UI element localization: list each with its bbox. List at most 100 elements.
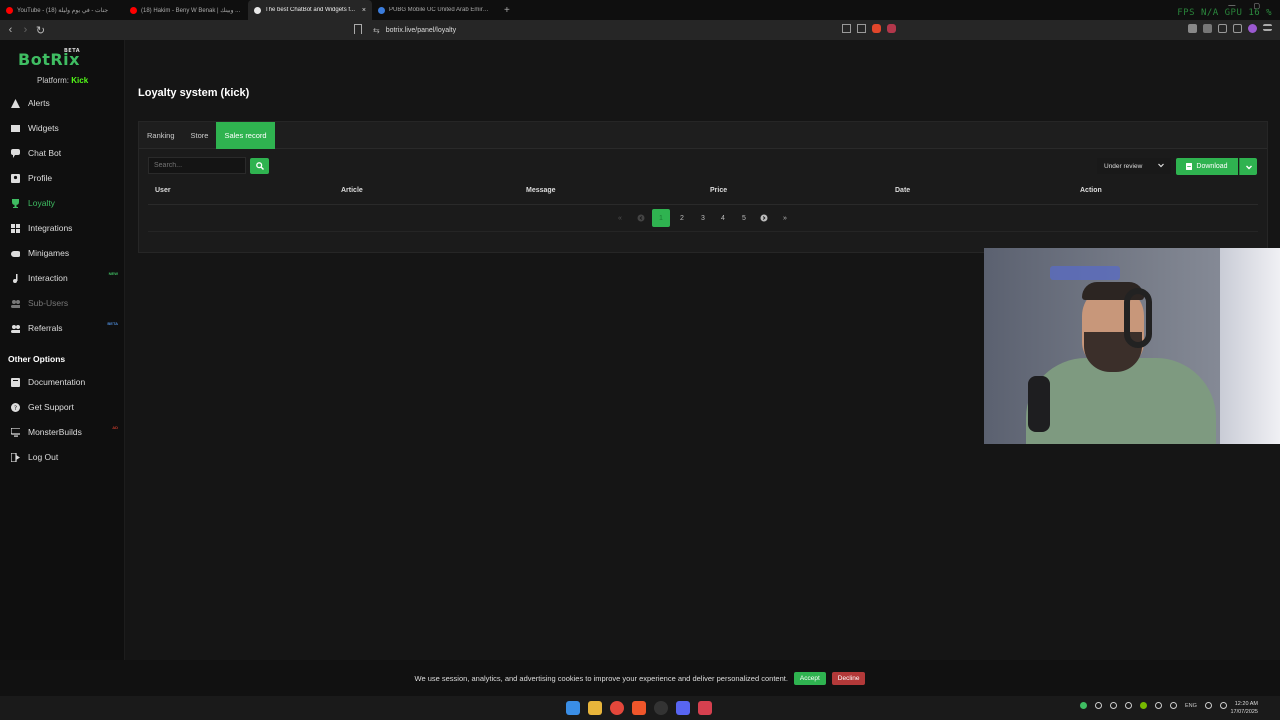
reload-icon[interactable]: ↻ [33,24,48,37]
sidebar-item-minigames[interactable]: Minigames [0,244,125,262]
status-filter-select[interactable]: Under review [1097,158,1171,174]
sidebar-item-chat-bot[interactable]: Chat Bot [0,144,125,162]
tray-app-icon[interactable] [1095,702,1102,709]
url-field[interactable]: ⇆ botrix.live/panel/loyalty [373,23,456,37]
sidebar-item-widgets[interactable]: Widgets [0,119,125,137]
wallet-icon[interactable] [1233,24,1242,33]
column-header-user[interactable]: User [155,187,171,194]
site-info-icon[interactable]: ⇆ [373,26,380,35]
file-explorer-icon[interactable] [588,701,602,715]
network-icon[interactable] [1204,702,1212,709]
browser-tab[interactable]: PUBG Mobile UC United Arab Emirat... [372,0,496,20]
cookie-banner: We use session, analytics, and advertisi… [0,660,1280,696]
search-input[interactable] [148,157,246,174]
pagination-prev[interactable] [632,209,650,227]
column-header-date[interactable]: Date [895,187,910,194]
tray-app-icon[interactable] [1125,702,1132,709]
sidebar-item-alerts[interactable]: Alerts [0,94,125,112]
download-button[interactable]: Download [1176,158,1238,175]
pagination-page-5[interactable]: 5 [735,209,753,227]
sidebar-item-interaction[interactable]: Interaction NEW [0,269,125,287]
sidebar-item-log-out[interactable]: Log Out [0,448,125,466]
browser-tab[interactable]: (18) Hakim - Beny W Benak | وبينك ... [124,0,248,20]
browser-tab[interactable]: YouTube - جنات - في يوم وليلة (18) [0,0,124,20]
leo-icon[interactable] [1248,24,1257,33]
extension-icon[interactable] [1188,24,1197,33]
column-header-article[interactable]: Article [341,187,363,194]
arrow-app-icon[interactable] [654,701,668,715]
botrix-logo[interactable]: BotRix BETA [18,48,80,69]
clock-time: 12:20 AM [1234,701,1258,707]
extension-icons [1188,24,1272,33]
sidebar-item-label: Log Out [28,452,59,462]
tray-app-icon[interactable] [1110,702,1117,709]
sidebar-item-integrations[interactable]: Integrations [0,219,125,237]
status-dot-icon[interactable] [1080,702,1087,709]
tab-store[interactable]: Store [183,122,217,149]
table-divider [148,204,1258,205]
share-icon[interactable] [857,24,866,33]
pagination-page-2[interactable]: 2 [673,209,691,227]
volume-icon[interactable] [1219,702,1227,709]
forward-icon[interactable]: › [18,24,33,36]
chrome-icon[interactable] [610,701,624,715]
accept-button[interactable]: Accept [793,671,826,685]
pagination-page-1[interactable]: 1 [652,209,670,227]
search-icon [255,162,264,170]
close-tab-icon[interactable]: × [362,7,366,14]
decline-button[interactable]: Decline [831,671,866,685]
sidebar-item-label: Sub-Users [28,298,69,308]
sidebar-item-referrals[interactable]: Referrals BETA [0,319,125,337]
tab-ranking[interactable]: Ranking [139,122,183,149]
platform-indicator: Platform: Kick [37,76,88,85]
users-icon [11,299,20,308]
tab-sales-record[interactable]: Sales record [216,122,275,149]
neon-sign [1050,266,1120,280]
menu-icon[interactable] [1263,24,1272,31]
brave-icon[interactable] [632,701,646,715]
mic-icon[interactable] [1170,702,1177,709]
sidebar-item-loyalty[interactable]: Loyalty [0,194,125,212]
sidebar-item-get-support[interactable]: ? Get Support [0,398,125,416]
column-header-message[interactable]: Message [526,187,556,194]
clock[interactable]: 12:20 AM 17/07/2025 [1230,700,1258,716]
nvidia-icon[interactable] [1140,702,1147,709]
pagination-page-3[interactable]: 3 [694,209,712,227]
sidebar: BotRix BETA Platform: Kick Alerts Widget… [0,40,125,660]
address-actions [842,24,896,33]
language-indicator[interactable]: ENG [1185,703,1197,709]
pagination-last[interactable]: » [776,209,794,227]
download-dropdown-button[interactable] [1239,158,1257,175]
beta-badge: BETA [107,321,118,326]
new-tab-button[interactable]: + [496,5,510,16]
bookmark-icon[interactable] [354,24,362,34]
column-header-action[interactable]: Action [1080,187,1102,194]
search-button[interactable] [250,158,269,174]
widgets-icon [11,124,20,133]
taskbar-apps [566,701,712,715]
wifi-icon[interactable] [1155,702,1162,709]
sidebar-item-sub-users[interactable]: Sub-Users [0,294,125,312]
discord-icon[interactable] [676,701,690,715]
brave-shield-icon[interactable] [872,24,881,33]
sidebar-item-monsterbuilds[interactable]: MonsterBuilds AD [0,423,125,441]
brave-rewards-icon[interactable] [887,24,896,33]
column-header-price[interactable]: Price [710,187,727,194]
sidebar-item-documentation[interactable]: Documentation [0,373,125,391]
performance-overlay: FPS N/A GPU 16 % [1177,8,1272,18]
brave-active-icon[interactable] [698,701,712,715]
windows-start-icon[interactable] [566,701,580,715]
back-icon[interactable]: ‹ [3,24,18,36]
sidebar-item-label: Documentation [28,377,86,387]
puzzle-icon[interactable] [1203,24,1212,33]
pagination-page-4[interactable]: 4 [714,209,732,227]
monitor-icon [11,427,20,437]
sidebar-item-profile[interactable]: Profile [0,169,125,187]
gpu-value: 16 % [1248,8,1272,18]
browser-tab-active[interactable]: The best ChatBot and Widgets f... × [248,0,372,20]
pagination-first[interactable]: « [611,209,629,227]
translate-icon[interactable] [842,24,851,33]
pagination-next[interactable] [755,209,773,227]
sidebar-icon[interactable] [1218,24,1227,33]
svg-text:?: ? [14,405,17,412]
